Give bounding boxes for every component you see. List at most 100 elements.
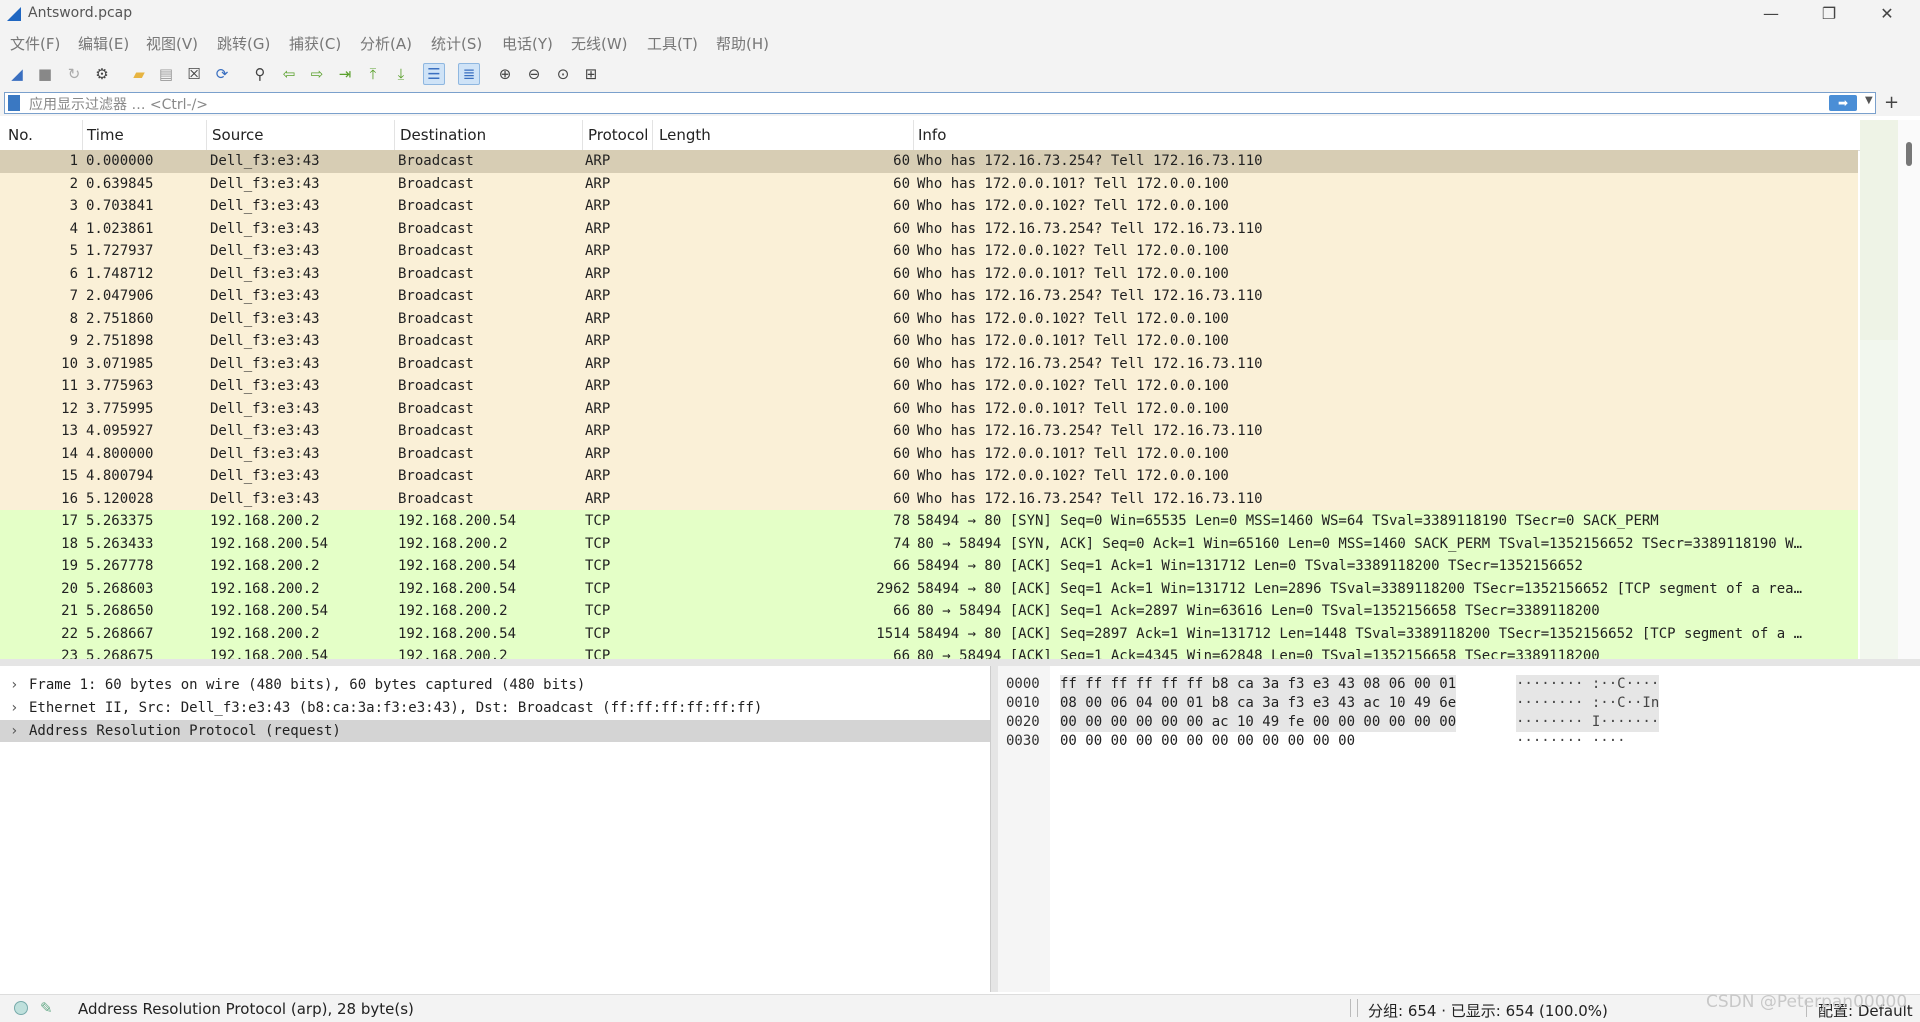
column-header-time[interactable]: Time bbox=[87, 126, 124, 144]
colorize-icon[interactable]: ≣ bbox=[458, 63, 480, 85]
go-to-packet-icon[interactable]: ⇥ bbox=[334, 63, 356, 85]
capture-options-icon[interactable]: ⚙ bbox=[91, 63, 113, 85]
menu-edit[interactable]: 编辑(E) bbox=[78, 33, 129, 54]
menu-wireless[interactable]: 无线(W) bbox=[571, 33, 628, 54]
packet-list-scrollbar[interactable] bbox=[1898, 120, 1920, 659]
packet-row[interactable]: 12 3.775995 Dell_f3:e3:43 Broadcast ARP 60 Who… bbox=[0, 397, 1858, 420]
expand-arrow-icon[interactable]: › bbox=[10, 720, 18, 742]
column-header-protocol[interactable]: Protocol bbox=[588, 126, 648, 144]
column-header-source[interactable]: Source bbox=[212, 126, 264, 144]
menu-statistics[interactable]: 统计(S) bbox=[431, 33, 482, 54]
find-packet-icon[interactable]: ⚲ bbox=[249, 63, 271, 85]
packet-info: 58494 → 80 [ACK] Seq=2897 Ack=1 Win=1317… bbox=[917, 625, 1803, 642]
open-file-icon[interactable]: ▰ bbox=[128, 63, 150, 85]
menu-view[interactable]: 视图(V) bbox=[146, 33, 198, 54]
column-divider[interactable] bbox=[652, 120, 653, 150]
column-header-length[interactable]: Length bbox=[659, 126, 711, 144]
detail-tree-item[interactable]: › Address Resolution Protocol (request) bbox=[0, 720, 990, 742]
autoscroll-icon[interactable]: ☰ bbox=[423, 63, 445, 85]
packet-row[interactable]: 19 5.267778 192.168.200.2 192.168.200.54 TCP… bbox=[0, 555, 1858, 578]
normal-size-icon[interactable]: ⊙ bbox=[552, 63, 574, 85]
save-file-icon[interactable]: ▤ bbox=[155, 63, 177, 85]
menu-go[interactable]: 跳转(G) bbox=[217, 33, 270, 54]
menu-help[interactable]: 帮助(H) bbox=[716, 33, 769, 54]
capture-comment-icon[interactable]: ✎ bbox=[40, 999, 53, 1017]
hex-bytes[interactable]: 00 00 00 00 00 00 ac 10 49 fe 00 00 00 0… bbox=[1060, 713, 1457, 732]
menu-analyze[interactable]: 分析(A) bbox=[360, 33, 412, 54]
packet-row[interactable]: 6 1.748712 Dell_f3:e3:43 Broadcast ARP 60 Who … bbox=[0, 262, 1858, 285]
expert-info-icon[interactable] bbox=[14, 1001, 28, 1015]
packet-row[interactable]: 3 0.703841 Dell_f3:e3:43 Broadcast ARP 60 Who … bbox=[0, 195, 1858, 218]
scrollbar-thumb[interactable] bbox=[1906, 142, 1912, 166]
stop-capture-icon[interactable]: ■ bbox=[34, 63, 56, 85]
ascii-bytes[interactable]: ········ ···· bbox=[1516, 732, 1626, 751]
packet-row[interactable]: 16 5.120028 Dell_f3:e3:43 Broadcast ARP 60 Who… bbox=[0, 487, 1858, 510]
zoom-in-icon[interactable]: ⊕ bbox=[494, 63, 516, 85]
packet-row[interactable]: 10 3.071985 Dell_f3:e3:43 Broadcast ARP 60 Who… bbox=[0, 352, 1858, 375]
bookmark-icon[interactable] bbox=[8, 95, 20, 111]
hex-bytes[interactable]: 08 00 06 04 00 01 b8 ca 3a f3 e3 43 ac 1… bbox=[1060, 694, 1457, 713]
packet-row[interactable]: 22 5.268667 192.168.200.2 192.168.200.54 TCP… bbox=[0, 622, 1858, 645]
packet-row[interactable]: 5 1.727937 Dell_f3:e3:43 Broadcast ARP 60 Who … bbox=[0, 240, 1858, 263]
minimize-button[interactable]: — bbox=[1742, 0, 1800, 28]
packet-row[interactable]: 9 2.751898 Dell_f3:e3:43 Broadcast ARP 60 Who … bbox=[0, 330, 1858, 353]
column-divider[interactable] bbox=[582, 120, 583, 150]
last-packet-icon[interactable]: ⤓ bbox=[390, 63, 412, 85]
resize-columns-icon[interactable]: ⊞ bbox=[580, 63, 602, 85]
hex-bytes[interactable]: ff ff ff ff ff ff b8 ca 3a f3 e3 43 08 0… bbox=[1060, 675, 1457, 694]
menu-telephony[interactable]: 电话(Y) bbox=[502, 33, 553, 54]
packet-row[interactable]: 11 3.775963 Dell_f3:e3:43 Broadcast ARP 60 Who… bbox=[0, 375, 1858, 398]
ascii-bytes[interactable]: ········ I······· bbox=[1516, 713, 1660, 732]
packet-row[interactable]: 13 4.095927 Dell_f3:e3:43 Broadcast ARP 60 Who… bbox=[0, 420, 1858, 443]
packet-row[interactable]: 8 2.751860 Dell_f3:e3:43 Broadcast ARP 60 Who … bbox=[0, 307, 1858, 330]
go-forward-icon[interactable]: ⇨ bbox=[306, 63, 328, 85]
packet-row[interactable]: 20 5.268603 192.168.200.2 192.168.200.54 TCP… bbox=[0, 577, 1858, 600]
filter-dropdown-icon[interactable]: ▼ bbox=[1865, 95, 1873, 106]
column-header-no[interactable]: No. bbox=[8, 126, 33, 144]
vertical-splitter[interactable] bbox=[991, 666, 998, 992]
packet-row[interactable]: 23 5.268675 192.168.200.54 192.168.200.2 TCP… bbox=[0, 645, 1858, 659]
column-divider[interactable] bbox=[394, 120, 395, 150]
packet-minimap[interactable] bbox=[1860, 120, 1898, 659]
restart-capture-icon[interactable]: ↻ bbox=[63, 63, 85, 85]
detail-tree-item[interactable]: › Ethernet II, Src: Dell_f3:e3:43 (b8:ca:… bbox=[0, 697, 990, 719]
packet-row[interactable]: 21 5.268650 192.168.200.54 192.168.200.2 TCP… bbox=[0, 600, 1858, 623]
close-file-icon[interactable]: ☒ bbox=[183, 63, 205, 85]
close-window-button[interactable]: ✕ bbox=[1858, 0, 1916, 28]
packet-row[interactable]: 4 1.023861 Dell_f3:e3:43 Broadcast ARP 60 Who … bbox=[0, 217, 1858, 240]
filter-placeholder: 应用显示过滤器 … <Ctrl-/> bbox=[29, 97, 209, 113]
menu-tools[interactable]: 工具(T) bbox=[647, 33, 698, 54]
go-back-icon[interactable]: ⇦ bbox=[278, 63, 300, 85]
expand-arrow-icon[interactable]: › bbox=[10, 674, 18, 696]
packet-row[interactable]: 15 4.800794 Dell_f3:e3:43 Broadcast ARP 60 Who… bbox=[0, 465, 1858, 488]
reload-file-icon[interactable]: ⟳ bbox=[211, 63, 233, 85]
packet-length: 60 bbox=[893, 288, 910, 304]
packet-row[interactable]: 18 5.263433 192.168.200.54 192.168.200.2 TCP… bbox=[0, 532, 1858, 555]
packet-number: 10 bbox=[61, 355, 78, 372]
ascii-bytes[interactable]: ········ :··C··In bbox=[1516, 694, 1660, 713]
menu-capture[interactable]: 捕获(C) bbox=[289, 33, 341, 54]
packet-row[interactable]: 17 5.263375 192.168.200.2 192.168.200.54 TCP… bbox=[0, 510, 1858, 533]
hex-bytes[interactable]: 00 00 00 00 00 00 00 00 00 00 00 00 bbox=[1060, 732, 1355, 751]
apply-filter-button[interactable]: ➡ bbox=[1829, 95, 1857, 111]
packet-row[interactable]: 1 0.000000 Dell_f3:e3:43 Broadcast ARP 60 Who … bbox=[0, 150, 1858, 173]
column-divider[interactable] bbox=[913, 120, 914, 150]
display-filter-input[interactable]: 应用显示过滤器 … <Ctrl-/> ➡ ▼ bbox=[4, 92, 1876, 114]
first-packet-icon[interactable]: ⤒ bbox=[362, 63, 384, 85]
add-filter-button[interactable]: + bbox=[1884, 92, 1899, 113]
packet-row[interactable]: 2 0.639845 Dell_f3:e3:43 Broadcast ARP 60 Who … bbox=[0, 172, 1858, 195]
restore-button[interactable]: ❐ bbox=[1800, 0, 1858, 28]
packet-row[interactable]: 7 2.047906 Dell_f3:e3:43 Broadcast ARP 60 Who … bbox=[0, 285, 1858, 308]
shark-fin-start-icon[interactable]: ◢ bbox=[6, 63, 28, 85]
column-header-destination[interactable]: Destination bbox=[400, 126, 486, 144]
packet-row[interactable]: 14 4.800000 Dell_f3:e3:43 Broadcast ARP 60 Who… bbox=[0, 442, 1858, 465]
column-divider[interactable] bbox=[82, 120, 83, 150]
menu-file[interactable]: 文件(F) bbox=[10, 33, 60, 54]
ascii-bytes[interactable]: ········ :··C···· bbox=[1516, 675, 1660, 694]
zoom-out-icon[interactable]: ⊖ bbox=[523, 63, 545, 85]
column-divider[interactable] bbox=[206, 120, 207, 150]
column-header-info[interactable]: Info bbox=[918, 126, 946, 144]
horizontal-splitter[interactable] bbox=[0, 659, 1920, 666]
detail-tree-item[interactable]: › Frame 1: 60 bytes on wire (480 bits), 6… bbox=[0, 674, 990, 696]
expand-arrow-icon[interactable]: › bbox=[10, 697, 18, 719]
